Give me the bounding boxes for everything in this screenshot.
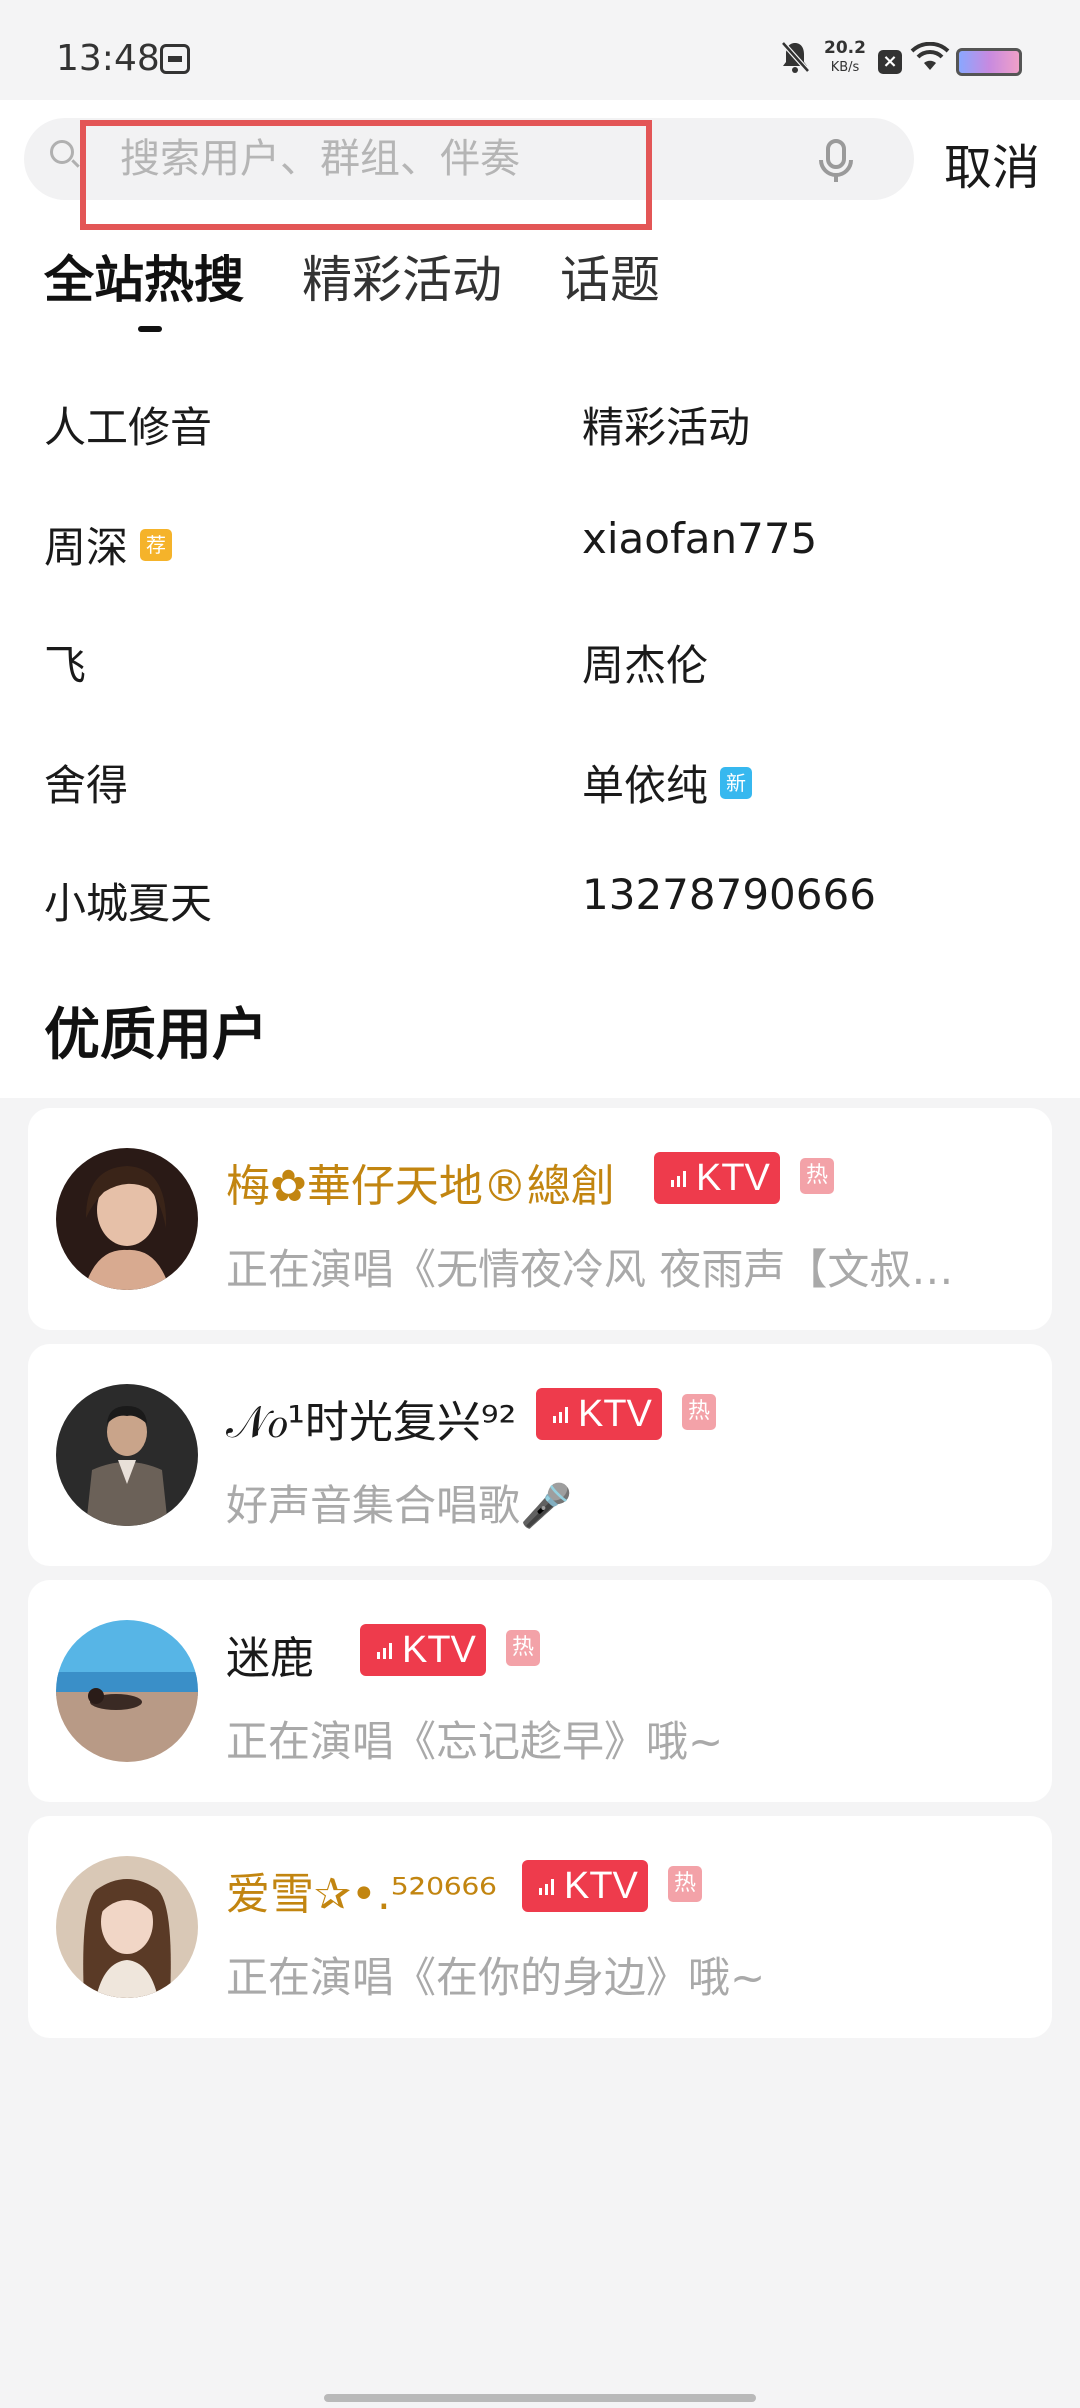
new-tag: 新 — [720, 766, 753, 799]
hot-search-label: xiaofan775 — [582, 514, 818, 563]
hot-search-item[interactable]: 精彩活动 — [582, 394, 750, 455]
battery-icon — [956, 48, 1022, 76]
user-name: 𝒩𝑜¹时光复兴⁹² — [226, 1397, 517, 1448]
hot-badge: 热 — [668, 1866, 702, 1902]
hot-search-item[interactable]: 舍得 — [44, 752, 128, 813]
ktv-badge-label: KTV — [696, 1157, 770, 1199]
avatar[interactable] — [56, 1620, 198, 1762]
net-speed-unit: KB/s — [830, 60, 860, 75]
avatar[interactable] — [56, 1148, 198, 1290]
recommend-tag: 荐 — [140, 528, 173, 561]
hot-search-item[interactable]: 13278790666 — [582, 870, 876, 919]
signal-bars-icon — [553, 1407, 568, 1423]
hot-search-item[interactable]: xiaofan775 — [582, 514, 817, 563]
signal-bars-icon — [377, 1643, 392, 1659]
ktv-badge[interactable]: KTV — [654, 1152, 780, 1204]
hot-search-label: 单依纯 — [582, 761, 709, 810]
search-icon — [50, 140, 74, 164]
wifi-icon — [910, 41, 950, 78]
hot-badge: 热 — [506, 1630, 540, 1666]
user-card[interactable]: 𝒩𝑜¹时光复兴⁹² KTV 热 好声音集合唱歌🎤 — [28, 1344, 1052, 1566]
user-name: 迷鹿 — [226, 1633, 314, 1684]
hot-search-label: 周深 — [44, 523, 129, 572]
hot-search-label: 13278790666 — [582, 870, 876, 919]
ktv-badge[interactable]: KTV — [360, 1624, 486, 1676]
app-notification-icon — [160, 44, 190, 74]
ktv-badge-label: KTV — [578, 1393, 652, 1435]
search-input[interactable] — [120, 128, 620, 190]
hot-search-label: 周杰伦 — [582, 641, 709, 690]
hot-search-item[interactable]: 人工修音 — [44, 394, 212, 455]
hot-search-label: 舍得 — [44, 761, 129, 810]
user-status: 正在演唱《无情夜冷风 夜雨声【文叔… — [226, 1245, 954, 1294]
hot-search-item[interactable]: 周杰伦 — [582, 632, 708, 693]
ktv-badge[interactable]: KTV — [522, 1860, 648, 1912]
hot-badge: 热 — [682, 1394, 716, 1430]
user-card[interactable]: 迷鹿 KTV 热 正在演唱《忘记趁早》哦~ — [28, 1580, 1052, 1802]
avatar[interactable] — [56, 1856, 198, 1998]
tab-topics[interactable]: 话题 — [560, 240, 660, 312]
signal-bars-icon — [671, 1171, 686, 1187]
avatar[interactable] — [56, 1384, 198, 1526]
hot-search-label: 人工修音 — [44, 403, 213, 452]
user-name: 梅✿華仔天地®總創 — [226, 1161, 615, 1212]
hot-search-item[interactable]: 单依纯 新 — [582, 752, 753, 813]
hot-badge: 热 — [800, 1158, 834, 1194]
home-indicator[interactable] — [324, 2394, 756, 2402]
hot-search-label: 小城夏天 — [44, 879, 213, 928]
user-card[interactable]: 梅✿華仔天地®總創 KTV 热 正在演唱《无情夜冷风 夜雨声【文叔… — [28, 1108, 1052, 1330]
ktv-badge-label: KTV — [564, 1865, 638, 1907]
ktv-badge[interactable]: KTV — [536, 1388, 662, 1440]
signal-bars-icon — [539, 1879, 554, 1895]
user-status: 好声音集合唱歌🎤 — [226, 1481, 573, 1530]
close-box-icon: × — [878, 50, 902, 74]
tab-activities[interactable]: 精彩活动 — [302, 240, 502, 312]
status-time: 13:48 — [56, 38, 160, 79]
microphone-icon[interactable] — [816, 138, 856, 184]
user-status: 正在演唱《忘记趁早》哦~ — [226, 1717, 724, 1766]
user-name: 爱雪✰•.⁵²⁰⁶⁶⁶ — [226, 1869, 497, 1920]
cancel-button[interactable]: 取消 — [944, 128, 1040, 198]
ktv-badge-label: KTV — [402, 1629, 476, 1671]
hot-search-item[interactable]: 飞 — [44, 632, 86, 693]
user-status: 正在演唱《在你的身边》哦~ — [226, 1953, 766, 2002]
mute-bell-icon — [780, 40, 810, 82]
section-title: 优质用户 — [44, 1003, 268, 1068]
tab-hot-search[interactable]: 全站热搜 — [44, 240, 244, 312]
status-bar: 13:48 20.2 KB/s × — [0, 0, 1080, 100]
hot-search-item[interactable]: 小城夏天 — [44, 870, 212, 931]
hot-search-label: 飞 — [44, 641, 87, 690]
tab-indicator — [138, 326, 162, 332]
hot-search-item[interactable]: 周深 荐 — [44, 514, 173, 575]
hot-search-label: 精彩活动 — [582, 403, 751, 452]
user-card[interactable]: 爱雪✰•.⁵²⁰⁶⁶⁶ KTV 热 正在演唱《在你的身边》哦~ — [28, 1816, 1052, 2038]
net-speed-value: 20.2 — [824, 38, 866, 58]
net-speed: 20.2 KB/s — [820, 38, 870, 78]
